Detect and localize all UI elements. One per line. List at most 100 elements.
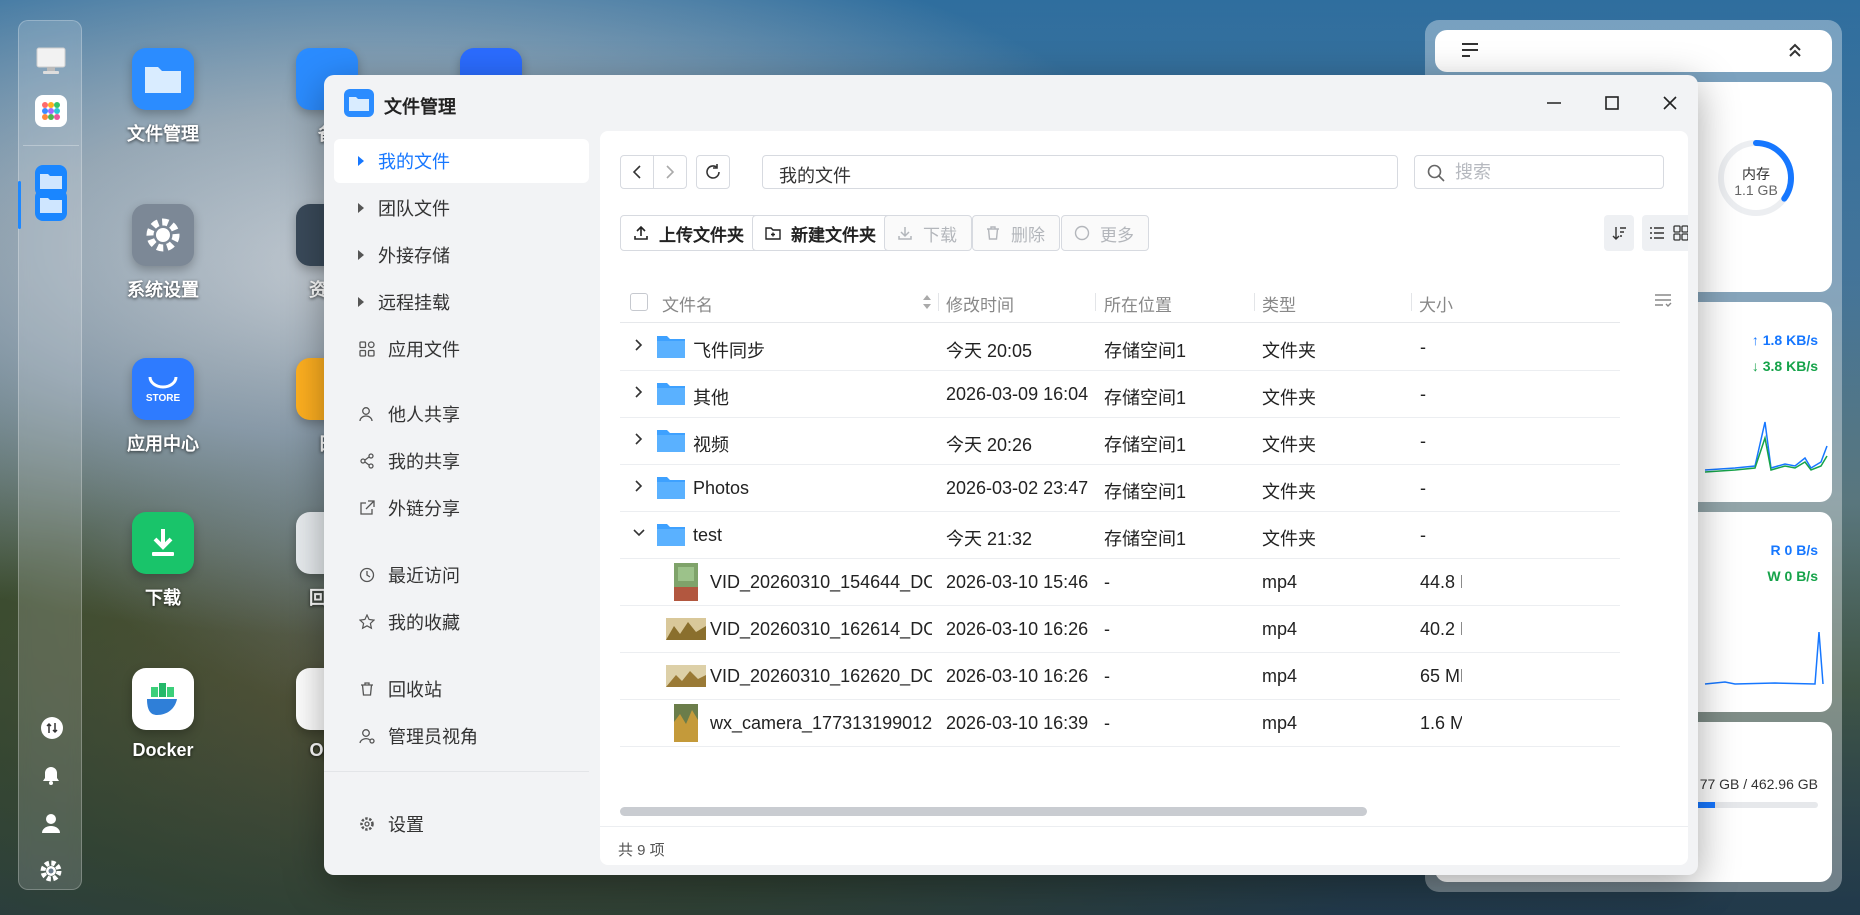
table-row[interactable]: 飞件同步 今天 20:05 存储空间1 文件夹 - <box>620 324 1620 371</box>
column-divider <box>1411 293 1412 311</box>
download-icon <box>897 225 913 241</box>
file-name: Photos <box>693 478 750 498</box>
sort-icon <box>1612 227 1626 240</box>
sidebar-divider <box>324 771 589 772</box>
column-header-location[interactable]: 所在位置 <box>1104 291 1172 316</box>
select-all-checkbox[interactable] <box>630 293 648 311</box>
desktop-system-settings[interactable]: 系统设置 <box>108 204 218 302</box>
file-name: 飞件同步 <box>693 341 765 361</box>
table-row[interactable]: VID_20260310_162614_DOL... 2026-03-10 16… <box>620 606 1620 653</box>
table-row[interactable]: VID_20260310_154644_DOL... 2026-03-10 15… <box>620 559 1620 606</box>
column-header-type[interactable]: 类型 <box>1262 291 1296 316</box>
search-input[interactable] <box>1455 162 1651 183</box>
column-divider <box>1095 293 1096 311</box>
file-name: VID_20260310_154644_DOL... <box>710 572 932 592</box>
sidebar-item-recycle-bin[interactable]: 回收站 <box>334 667 589 711</box>
sidebar-settings-label: 设置 <box>388 815 424 835</box>
path-bar[interactable]: 我的文件 <box>762 155 1398 189</box>
back-button[interactable] <box>620 155 654 189</box>
expand-caret-icon <box>358 156 364 166</box>
file-type: 文件夹 <box>1262 341 1316 361</box>
video-thumbnail <box>666 618 706 640</box>
table-row[interactable]: test 今天 21:32 存储空间1 文件夹 - <box>620 512 1620 559</box>
file-size: - <box>1420 525 1426 545</box>
sidebar-item-remote-mount[interactable]: 远程挂载 <box>334 280 589 324</box>
forward-button[interactable] <box>653 155 687 189</box>
sidebar-item-label: 管理员视角 <box>388 727 478 747</box>
delete-button[interactable]: 删除 <box>972 215 1060 251</box>
expand-caret-icon <box>358 203 364 213</box>
titlebar[interactable]: 文件管理 <box>324 75 1698 131</box>
disk-read: R 0 B/s <box>1770 542 1818 558</box>
grid-view-icon[interactable] <box>1673 225 1688 246</box>
maximize-button[interactable] <box>1598 89 1626 117</box>
more-button[interactable]: 更多 <box>1061 215 1149 251</box>
sort-arrows-icon[interactable] <box>922 293 932 316</box>
sidebar-item-team-files[interactable]: 团队文件 <box>334 186 589 230</box>
widget-menu-icon[interactable] <box>1461 42 1479 63</box>
chevron-right-icon[interactable] <box>632 432 646 446</box>
desktop-app-center[interactable]: STORE 应用中心 <box>108 358 218 456</box>
sidebar-item-app-files[interactable]: 应用文件 <box>334 327 589 371</box>
collapse-up-icon[interactable] <box>1788 42 1802 63</box>
sidebar-item-shared-with-me[interactable]: 他人共享 <box>334 392 589 436</box>
column-settings-icon[interactable] <box>1654 293 1672 314</box>
table-row[interactable]: 视频 今天 20:26 存储空间1 文件夹 - <box>620 418 1620 465</box>
close-button[interactable] <box>1656 89 1684 117</box>
refresh-button[interactable] <box>696 155 730 189</box>
sidebar-item-label: 我的文件 <box>378 152 450 172</box>
user-icon[interactable] <box>35 807 67 839</box>
horizontal-scrollbar[interactable] <box>620 807 1367 816</box>
minimize-button[interactable] <box>1540 89 1568 117</box>
delete-label: 删除 <box>1011 225 1045 245</box>
sidebar-item-my-files[interactable]: 我的文件 <box>334 139 589 183</box>
transfer-icon[interactable] <box>41 717 63 739</box>
monitor-icon[interactable] <box>35 45 67 77</box>
file-location: - <box>1104 666 1110 686</box>
bell-icon[interactable] <box>35 759 67 791</box>
chevron-right-icon[interactable] <box>632 338 646 352</box>
desktop-docker[interactable]: Docker <box>108 668 218 761</box>
apps-grid-icon[interactable] <box>35 95 67 127</box>
sidebar-item-admin-view[interactable]: 管理员视角 <box>334 714 589 758</box>
search-box[interactable] <box>1414 155 1664 189</box>
app-grid-icon <box>358 340 376 358</box>
table-row[interactable]: VID_20260310_162620_DOL... 2026-03-10 16… <box>620 653 1620 700</box>
desktop-download[interactable]: 下载 <box>108 512 218 610</box>
external-link-icon <box>358 499 376 517</box>
new-folder-button[interactable]: 新建文件夹 <box>752 215 891 251</box>
upload-folder-label: 上传文件夹 <box>659 225 744 245</box>
file-location: 存储空间1 <box>1104 435 1187 455</box>
chevron-down-icon[interactable] <box>632 526 646 540</box>
chevron-right-icon[interactable] <box>632 479 646 493</box>
upload-speed: ↑ 1.8 KB/s <box>1751 332 1818 348</box>
column-header-modified[interactable]: 修改时间 <box>946 291 1014 316</box>
sidebar-item-link-shares[interactable]: 外链分享 <box>334 486 589 530</box>
table-row[interactable]: wx_camera_1773131990122.... 2026-03-10 1… <box>620 700 1620 747</box>
desktop-file-manager[interactable]: 文件管理 <box>108 48 218 146</box>
download-button[interactable]: 下载 <box>884 215 972 251</box>
file-location: 存储空间1 <box>1104 388 1187 408</box>
column-header-size[interactable]: 大小 <box>1419 291 1453 316</box>
chevron-right-icon[interactable] <box>632 385 646 399</box>
sidebar-item-settings[interactable]: 设置 <box>334 802 589 846</box>
sidebar-item-favorites[interactable]: 我的收藏 <box>334 600 589 644</box>
column-header-name[interactable]: 文件名 <box>662 291 713 316</box>
sidebar-item-recent[interactable]: 最近访问 <box>334 553 589 597</box>
file-manager-dock-icon[interactable] <box>35 189 67 221</box>
sidebar-item-my-shares[interactable]: 我的共享 <box>334 439 589 483</box>
sort-button[interactable] <box>1604 215 1634 251</box>
docker-icon <box>132 668 194 730</box>
gear-icon[interactable] <box>35 855 67 887</box>
table-row[interactable]: Photos 2026-03-02 23:47 存储空间1 文件夹 - <box>620 465 1620 512</box>
file-size: - <box>1420 478 1426 498</box>
column-divider <box>938 293 939 311</box>
file-size: 1.6 MB <box>1420 713 1462 733</box>
sidebar-item-external-storage[interactable]: 外接存储 <box>334 233 589 277</box>
file-size: - <box>1420 431 1426 451</box>
memory-value: 1.1 GB <box>1734 182 1778 198</box>
file-location: 存储空间1 <box>1104 341 1187 361</box>
upload-folder-button[interactable]: 上传文件夹 <box>620 215 759 251</box>
list-view-icon[interactable] <box>1649 225 1665 246</box>
table-row[interactable]: 其他 2026-03-09 16:04 存储空间1 文件夹 - <box>620 371 1620 418</box>
